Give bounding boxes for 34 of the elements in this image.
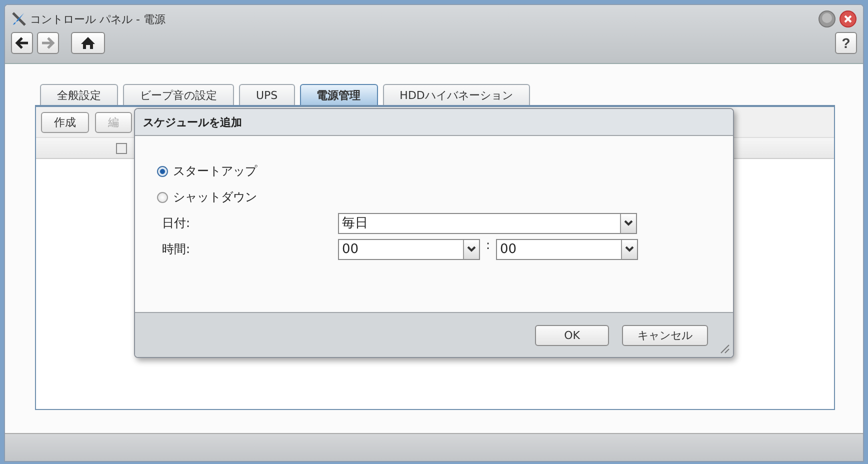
left-arrow-icon: [15, 37, 29, 49]
chevron-icon: [624, 220, 633, 226]
minimize-icon[interactable]: [818, 10, 836, 28]
tab[interactable]: UPS: [239, 84, 295, 105]
right-arrow-icon: [41, 37, 55, 49]
field-label: 時間:: [161, 240, 192, 258]
window-title: コントロール パネル - 電源: [30, 12, 166, 26]
back-button[interactable]: [11, 32, 33, 54]
radio-label: シャットダウン: [173, 188, 257, 206]
tools-icon: [11, 11, 27, 27]
date-dropdown[interactable]: 毎日: [338, 212, 637, 234]
tab[interactable]: 電源管理: [300, 84, 378, 105]
minute-dropdown[interactable]: 00: [496, 238, 638, 260]
dialog-button[interactable]: キャンセル: [622, 324, 708, 346]
checkbox[interactable]: [116, 142, 127, 154]
chevron-icon: [625, 246, 634, 252]
radio-button[interactable]: [157, 166, 168, 176]
tab[interactable]: 全般設定: [40, 84, 118, 105]
toolbar-button[interactable]: 作成: [41, 112, 89, 132]
home-button[interactable]: [71, 32, 105, 54]
house-icon: [80, 36, 96, 50]
chevron-icon: [467, 246, 476, 252]
radio-button[interactable]: [157, 192, 168, 202]
help-button[interactable]: ?: [835, 32, 857, 54]
time-separator: :: [484, 238, 492, 252]
field-label: 日付:: [161, 214, 192, 232]
dialog-title: スケジュールを追加: [143, 114, 242, 130]
close-icon[interactable]: [839, 10, 857, 28]
dialog-button[interactable]: OK: [535, 324, 609, 346]
radio-label: スタートアップ: [173, 162, 257, 180]
hour-dropdown[interactable]: 00: [338, 238, 480, 260]
tab[interactable]: HDDハイバネーション: [382, 84, 530, 105]
resize-grip-icon[interactable]: [720, 344, 730, 354]
tab[interactable]: ビープ音の設定: [123, 84, 234, 105]
